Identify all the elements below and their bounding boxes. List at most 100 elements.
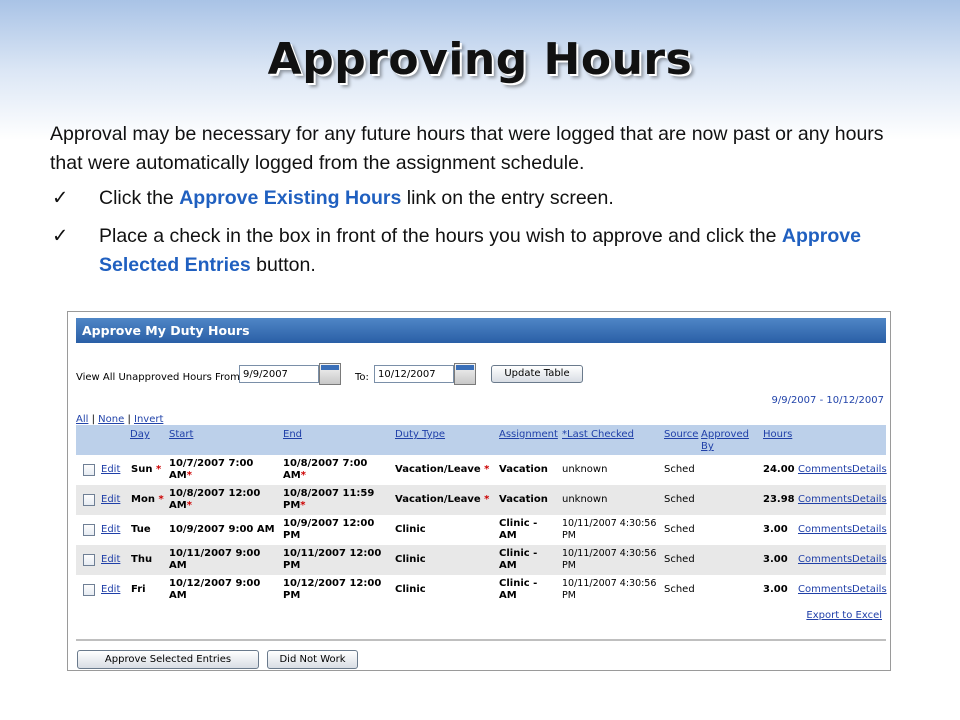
row-start: 10/9/2007 9:00 AM — [169, 524, 275, 535]
table-row: Edit Sun * 10/7/2007 7:00 AM* 10/8/2007 7… — [76, 455, 887, 485]
row-assignment: Vacation — [499, 494, 548, 505]
row-day: Thu — [131, 554, 153, 565]
slide-title: Approving Hours — [267, 34, 693, 85]
did-not-work-button[interactable]: Did Not Work — [267, 650, 358, 669]
row-assignment: Clinic - AM — [499, 578, 538, 601]
app-header: Approve My Duty Hours — [76, 318, 886, 343]
from-label: View All Unapproved Hours From: — [76, 372, 244, 383]
details-link[interactable]: Details — [852, 494, 887, 506]
comments-link[interactable]: Comments — [798, 554, 852, 566]
row-end: 10/8/2007 11:59 PM* — [283, 488, 375, 511]
edit-link[interactable]: Edit — [101, 464, 120, 476]
row-assignment: Clinic - AM — [499, 548, 538, 571]
row-last-checked: 10/11/2007 4:30:56 PM — [562, 578, 657, 601]
table-row: Edit Thu 10/11/2007 9:00 AM 10/11/2007 12… — [76, 545, 887, 575]
table-row: Edit Mon * 10/8/2007 12:00 AM* 10/8/2007 … — [76, 485, 887, 515]
details-link[interactable]: Details — [852, 554, 887, 566]
column-source[interactable]: Source — [664, 429, 698, 441]
row-duty-type: Vacation/Leave * — [395, 494, 490, 505]
row-hours: 24.00 — [763, 464, 795, 475]
bullet-text: Place a check in the box in front of the… — [99, 225, 861, 276]
bullet-text: Click the Approve Existing Hours link on… — [99, 187, 614, 209]
row-day: Tue — [131, 524, 151, 535]
row-start: 10/7/2007 7:00 AM* — [169, 458, 254, 481]
row-last-checked: 10/11/2007 4:30:56 PM — [562, 518, 657, 541]
to-calendar-icon[interactable] — [454, 363, 476, 385]
column-last-checked[interactable]: *Last Checked — [562, 429, 634, 441]
row-checkbox[interactable] — [83, 464, 95, 476]
row-end: 10/8/2007 7:00 AM* — [283, 458, 368, 481]
row-source: Sched — [664, 494, 695, 505]
to-label: To: — [355, 372, 369, 383]
row-end: 10/11/2007 12:00 PM — [283, 548, 382, 571]
comments-link[interactable]: Comments — [798, 464, 852, 476]
column-day[interactable]: Day — [130, 429, 150, 441]
from-calendar-icon[interactable] — [319, 363, 341, 385]
row-checkbox[interactable] — [83, 554, 95, 566]
row-last-checked: unknown — [562, 464, 608, 475]
invert-selection-link[interactable]: Invert — [134, 414, 163, 425]
row-source: Sched — [664, 554, 695, 565]
row-assignment: Clinic - AM — [499, 518, 538, 541]
row-hours: 3.00 — [763, 584, 788, 595]
checkmark-icon: ✓ — [52, 187, 69, 209]
divider — [76, 639, 886, 641]
select-all-link[interactable]: All — [76, 414, 88, 425]
comments-link[interactable]: Comments — [798, 584, 852, 596]
row-hours: 3.00 — [763, 524, 788, 535]
row-end: 10/12/2007 12:00 PM — [283, 578, 382, 601]
row-source: Sched — [664, 464, 695, 475]
row-start: 10/8/2007 12:00 AM* — [169, 488, 261, 511]
details-link[interactable]: Details — [852, 524, 887, 536]
row-duty-type: Vacation/Leave * — [395, 464, 490, 475]
table-header: Day Start End Duty Type Assignment *Last… — [76, 425, 886, 455]
app-screenshot: Approve My Duty Hours View All Unapprove… — [67, 311, 891, 671]
column-end[interactable]: End — [283, 429, 302, 441]
to-date-input[interactable]: 10/12/2007 — [374, 365, 454, 383]
selection-links: All | None | Invert — [76, 414, 164, 425]
row-checkbox[interactable] — [83, 524, 95, 536]
column-duty-type[interactable]: Duty Type — [395, 429, 445, 441]
approve-selected-entries-button[interactable]: Approve Selected Entries — [77, 650, 259, 669]
column-approved-by[interactable]: Approved By — [701, 429, 749, 453]
edit-link[interactable]: Edit — [101, 494, 120, 506]
table-row: Edit Fri 10/12/2007 9:00 AM 10/12/2007 12… — [76, 575, 887, 605]
date-range-text: 9/9/2007 - 10/12/2007 — [771, 395, 884, 406]
details-link[interactable]: Details — [852, 464, 887, 476]
row-hours: 23.98 — [763, 494, 795, 505]
row-day: Sun * — [131, 464, 162, 475]
row-duty-type: Clinic — [395, 524, 426, 535]
row-source: Sched — [664, 584, 695, 595]
row-duty-type: Clinic — [395, 584, 426, 595]
row-day: Fri — [131, 584, 146, 595]
row-end: 10/9/2007 12:00 PM — [283, 518, 375, 541]
approve-existing-hours-highlight: Approve Existing Hours — [179, 187, 402, 209]
details-link[interactable]: Details — [852, 584, 887, 596]
row-checkbox[interactable] — [83, 494, 95, 506]
row-last-checked: 10/11/2007 4:30:56 PM — [562, 548, 657, 571]
table-row: Edit Tue 10/9/2007 9:00 AM 10/9/2007 12:… — [76, 515, 887, 545]
row-last-checked: unknown — [562, 494, 608, 505]
row-start: 10/12/2007 9:00 AM — [169, 578, 261, 601]
row-day: Mon * — [131, 494, 164, 505]
intro-text: Approval may be necessary for any future… — [50, 123, 884, 174]
row-source: Sched — [664, 524, 695, 535]
comments-link[interactable]: Comments — [798, 494, 852, 506]
row-duty-type: Clinic — [395, 554, 426, 565]
edit-link[interactable]: Edit — [101, 554, 120, 566]
from-date-input[interactable]: 9/9/2007 — [239, 365, 319, 383]
row-start: 10/11/2007 9:00 AM — [169, 548, 261, 571]
column-hours[interactable]: Hours — [763, 429, 792, 441]
column-assignment[interactable]: Assignment — [499, 429, 558, 441]
edit-link[interactable]: Edit — [101, 524, 120, 536]
row-checkbox[interactable] — [83, 584, 95, 596]
comments-link[interactable]: Comments — [798, 524, 852, 536]
select-none-link[interactable]: None — [98, 414, 124, 425]
edit-link[interactable]: Edit — [101, 584, 120, 596]
column-start[interactable]: Start — [169, 429, 193, 441]
checkmark-icon: ✓ — [52, 225, 69, 247]
export-to-excel-link[interactable]: Export to Excel — [806, 610, 882, 621]
row-assignment: Vacation — [499, 464, 548, 475]
row-hours: 3.00 — [763, 554, 788, 565]
update-table-button[interactable]: Update Table — [491, 365, 583, 383]
